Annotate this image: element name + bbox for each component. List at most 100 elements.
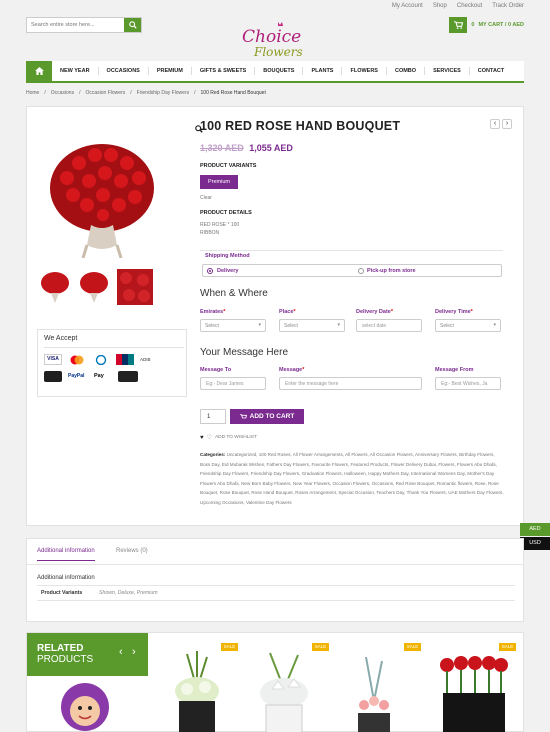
delivery-date-label: Delivery Date* <box>356 309 393 315</box>
heart-filled-icon[interactable]: ♥ <box>200 435 204 441</box>
pickup-option-label[interactable]: Pick-up from store <box>367 268 416 274</box>
pickup-radio[interactable] <box>358 268 364 274</box>
prev-product-button[interactable]: ‹ <box>490 119 500 129</box>
nav-new-year[interactable]: NEW YEAR <box>52 67 99 75</box>
related-product-2[interactable]: SALE <box>242 637 329 732</box>
message-input[interactable]: Enter the message here <box>279 377 422 390</box>
additional-info-heading: Additional information <box>37 575 95 581</box>
paypal-icon: PayPal <box>68 373 85 379</box>
search-input[interactable] <box>27 18 124 32</box>
nav-combo[interactable]: COMBO <box>387 67 426 75</box>
breadcrumb: Home / Occasions / Occasion Flowers / Fr… <box>26 90 266 96</box>
wishlist-row: ♥ ♡ ADD TO WISHLIST <box>200 434 257 442</box>
we-accept-title: We Accept <box>44 335 78 342</box>
product-tabs: Additional information Reviews (0) Addit… <box>26 538 524 622</box>
nav-services[interactable]: SERVICES <box>425 67 470 75</box>
variants-row-label: Product Variants <box>41 590 83 596</box>
apple-pay-icon: Pay <box>94 373 104 379</box>
categories-label: Categories: <box>200 452 226 457</box>
nav-bouquets[interactable]: BOUQUETS <box>255 67 304 75</box>
currency-usd-button[interactable]: USD <box>520 537 550 550</box>
breadcrumb-separator: / <box>44 90 46 96</box>
tab-reviews[interactable]: Reviews (0) <box>116 548 148 554</box>
product-main-image[interactable] <box>47 133 157 258</box>
quantity-input[interactable]: 1 <box>200 409 226 424</box>
old-price: 1,320 AED <box>200 143 244 153</box>
nav-premium[interactable]: PREMIUM <box>149 67 192 75</box>
shipping-method-label: Shipping Method <box>205 253 250 259</box>
cartoon-mascot-image <box>61 683 109 731</box>
next-product-button[interactable]: › <box>502 119 512 129</box>
shop-link[interactable]: Shop <box>433 3 447 9</box>
delivery-date-input[interactable]: select date <box>356 319 422 332</box>
payment-methods-box: We Accept VISA ADIB PayPal Pay <box>37 329 187 397</box>
categories-block: Categories: Uncategorized, 100 Red Roses… <box>200 450 505 508</box>
google-pay-icon <box>118 371 138 382</box>
related-product-3[interactable]: SALE <box>332 637 421 732</box>
delivery-time-select[interactable]: Select ▾ <box>435 319 501 332</box>
add-to-cart-label: ADD TO CART <box>249 413 295 420</box>
related-product-1[interactable]: SALE <box>157 637 238 732</box>
place-select[interactable]: Select ▾ <box>279 319 345 332</box>
top-links: My Account Shop Checkout Track Order <box>392 3 524 9</box>
thumbnail-3[interactable] <box>117 269 153 305</box>
breadcrumb-separator: / <box>79 90 81 96</box>
cart-icon <box>239 413 247 418</box>
breadcrumb-occasions[interactable]: Occasions <box>51 90 74 96</box>
related-title-2: PRODUCTS <box>37 654 94 665</box>
home-button[interactable] <box>26 61 52 81</box>
thumbnail-1[interactable] <box>39 269 71 303</box>
related-prev-button[interactable]: ‹ <box>119 646 123 658</box>
message-label: Message* <box>279 367 305 373</box>
delivery-radio[interactable] <box>207 268 213 274</box>
checkout-link[interactable]: Checkout <box>457 3 482 9</box>
cart-label: MY CART / 0 AED <box>478 22 524 28</box>
nav-gifts-sweets[interactable]: GIFTS & SWEETS <box>192 67 256 75</box>
nav-plants[interactable]: PLANTS <box>303 67 343 75</box>
heart-outline-icon[interactable]: ♡ <box>207 434 212 441</box>
search-button[interactable] <box>124 18 141 32</box>
home-icon <box>34 67 44 75</box>
diners-club-icon <box>92 354 110 365</box>
message-from-label: Message From <box>435 367 474 373</box>
details-line-2: RIBBON <box>200 230 220 236</box>
related-product-4[interactable]: SALE <box>427 637 519 732</box>
breadcrumb-home[interactable]: Home <box>26 90 39 96</box>
message-to-input[interactable]: Eg:- Dear James <box>200 377 266 390</box>
message-from-input[interactable]: Eg:- Best Wishes, Ja <box>435 377 501 390</box>
nav-occasions[interactable]: OCCASIONS <box>99 67 149 75</box>
sale-badge: SALE <box>499 643 516 651</box>
my-account-link[interactable]: My Account <box>392 3 423 9</box>
shipping-method-field: Delivery Pick-up from store <box>202 264 502 277</box>
product-title: 100 RED ROSE HAND BOUQUET <box>200 119 401 133</box>
wishlist-link[interactable]: ADD TO WISHLIST <box>215 435 257 440</box>
clear-link[interactable]: Clear <box>200 195 212 201</box>
delivery-time-label: Delivery Time* <box>435 309 473 315</box>
emirates-select[interactable]: Select ▾ <box>200 319 266 332</box>
categories-list[interactable]: Uncategorized, 100 Red Roses, All Flower… <box>200 452 504 505</box>
product-nav: ‹ › <box>490 119 512 129</box>
related-title-1: RELATED <box>37 643 84 654</box>
sale-badge: SALE <box>404 643 421 651</box>
unionpay-icon <box>116 354 134 365</box>
variant-premium-button[interactable]: Premium <box>200 175 238 189</box>
nav-flowers[interactable]: FLOWERS <box>342 67 387 75</box>
mini-cart[interactable]: 0 MY CART / 0 AED <box>449 17 524 33</box>
nav-contact[interactable]: CONTACT <box>470 67 512 75</box>
currency-aed-button[interactable]: AED <box>520 523 550 536</box>
product-panel: We Accept VISA ADIB PayPal Pay 100 RED R… <box>26 106 524 526</box>
related-next-button[interactable]: › <box>132 646 136 658</box>
tab-additional-info[interactable]: Additional information <box>37 548 95 561</box>
visa-icon: VISA <box>44 354 62 365</box>
track-order-link[interactable]: Track Order <box>492 3 524 9</box>
breadcrumb-occasion-flowers[interactable]: Occasion Flowers <box>85 90 125 96</box>
cart-count: 0 <box>471 22 475 28</box>
site-logo[interactable]: Choice Flowers <box>240 18 310 60</box>
add-to-cart-button[interactable]: ADD TO CART <box>230 409 304 424</box>
thumbnail-2[interactable] <box>78 269 110 303</box>
when-where-title: When & Where <box>200 288 268 299</box>
delivery-option-label[interactable]: Delivery <box>217 268 238 274</box>
breadcrumb-current: 100 Red Rose Hand Bouquet <box>200 90 266 96</box>
amex-icon <box>44 371 62 382</box>
breadcrumb-friendship[interactable]: Friendship Day Flowers <box>137 90 190 96</box>
